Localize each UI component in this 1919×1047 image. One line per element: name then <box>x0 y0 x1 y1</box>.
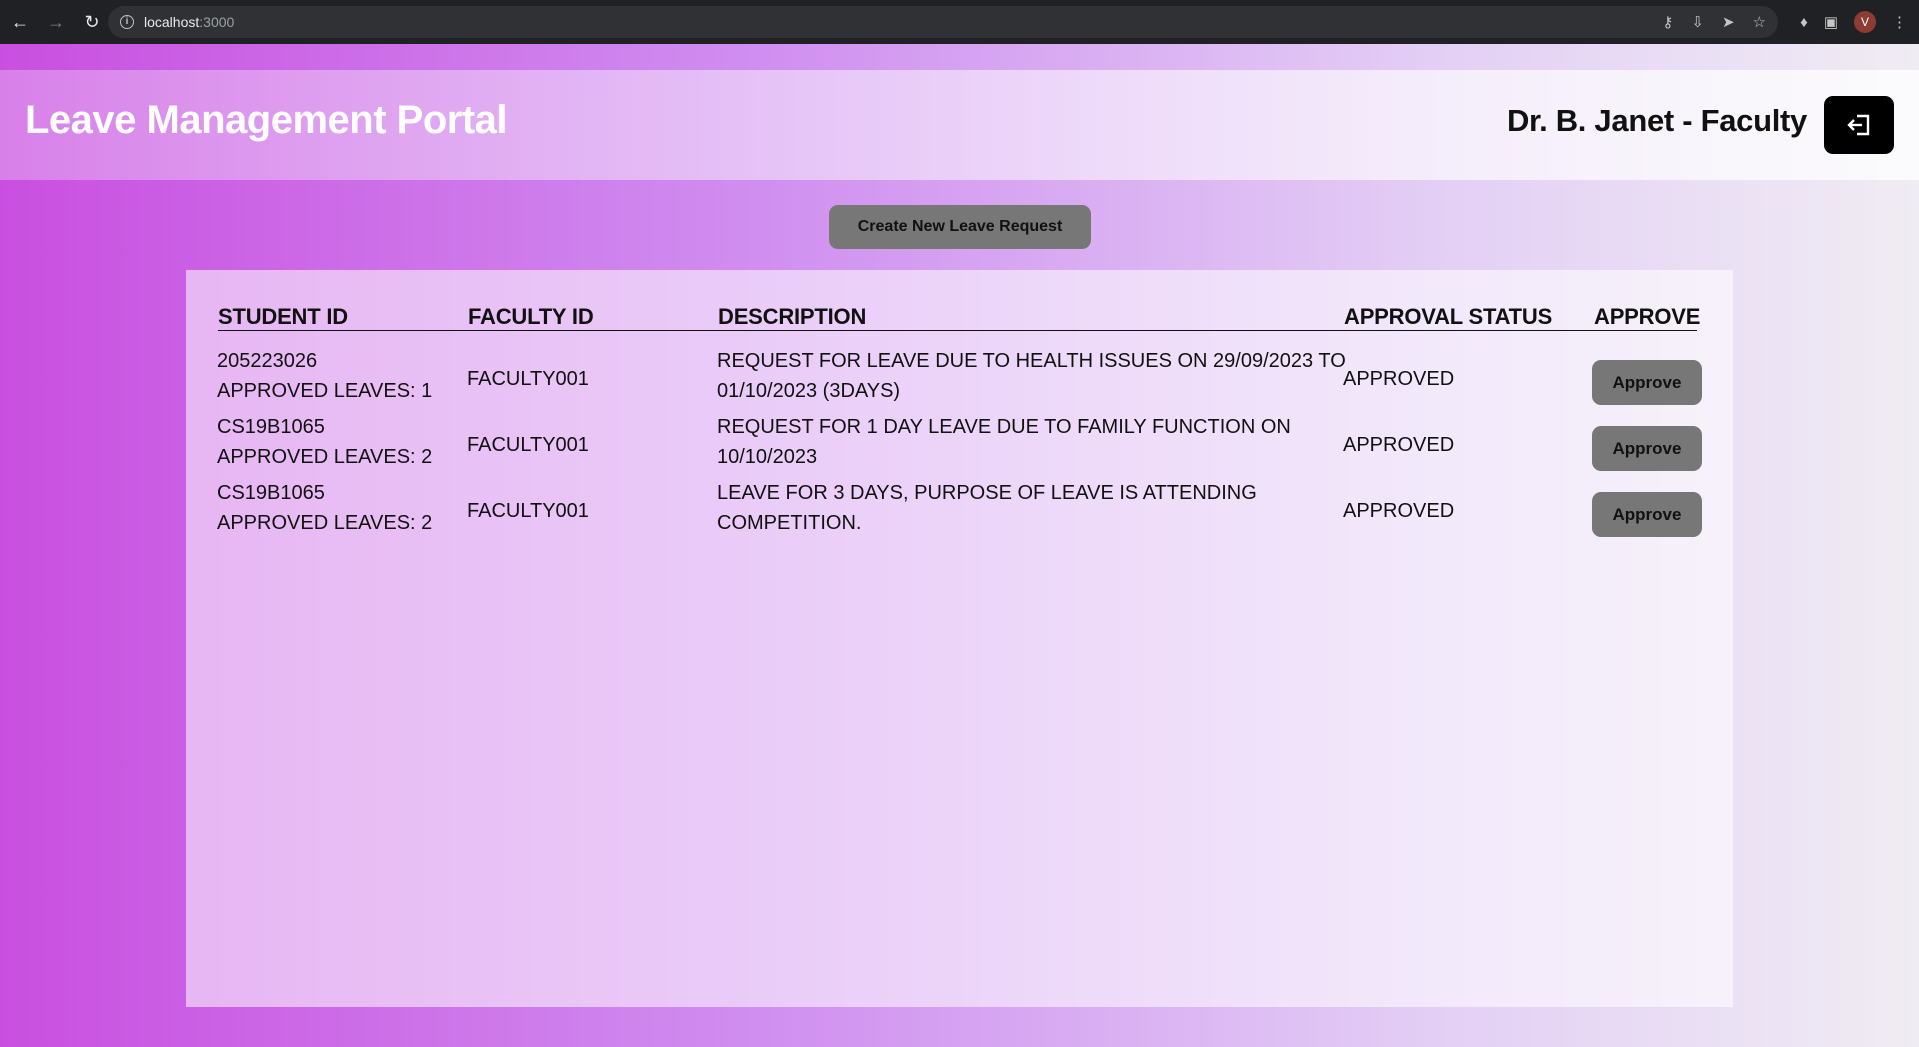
table-header: STUDENT ID FACULTY ID DESCRIPTION APPROV… <box>218 304 1701 331</box>
approved-leaves: APPROVED LEAVES: 2 <box>217 512 433 534</box>
table-row: 205223026 APPROVED LEAVES: 1 FACULTY001 … <box>186 346 1733 412</box>
forward-arrow-icon[interactable]: → <box>40 6 72 38</box>
approve-button[interactable]: Approve <box>1592 360 1702 405</box>
faculty-id: FACULTY001 <box>467 500 589 522</box>
url-host: localhost <box>144 14 200 30</box>
leave-requests-table: STUDENT ID FACULTY ID DESCRIPTION APPROV… <box>186 270 1733 1007</box>
description-line: LEAVE FOR 3 DAYS, PURPOSE OF LEAVE IS AT… <box>717 482 1257 504</box>
faculty-id: FACULTY001 <box>467 434 589 456</box>
approve-button[interactable]: Approve <box>1592 426 1702 471</box>
approve-button[interactable]: Approve <box>1592 492 1702 537</box>
menu-kebab-icon[interactable]: ⋮ <box>1892 13 1907 31</box>
description-line: 10/10/2023 <box>717 446 818 468</box>
column-header-approve: APPROVE <box>1594 304 1701 329</box>
student-id-cell: CS19B1065 APPROVED LEAVES: 2 <box>217 412 432 472</box>
logout-button[interactable] <box>1824 96 1894 154</box>
approval-status: APPROVED <box>1343 434 1455 456</box>
create-leave-request-button[interactable]: Create New Leave Request <box>829 205 1091 249</box>
table-row: CS19B1065 APPROVED LEAVES: 2 FACULTY001 … <box>186 412 1733 478</box>
reload-icon[interactable]: ↻ <box>76 6 108 38</box>
app-header: Leave Management Portal Dr. B. Janet - F… <box>0 70 1919 180</box>
share-icon[interactable]: ➤ <box>1722 13 1735 31</box>
faculty-id: FACULTY001 <box>467 368 589 390</box>
student-id-cell: 205223026 APPROVED LEAVES: 1 <box>217 346 432 406</box>
column-header-approval-status: APPROVAL STATUS <box>1344 304 1553 329</box>
site-info-icon[interactable]: i <box>120 15 134 29</box>
install-icon[interactable]: ⇩ <box>1691 13 1704 31</box>
key-icon[interactable]: ⚷ <box>1662 13 1673 31</box>
description-line: 01/10/2023 (3DAYS) <box>717 380 901 402</box>
user-name: Dr. B. Janet - Faculty <box>1506 103 1807 138</box>
student-id-cell: CS19B1065 APPROVED LEAVES: 2 <box>217 478 432 538</box>
student-id: CS19B1065 <box>217 416 325 438</box>
approval-status: APPROVED <box>1343 500 1455 522</box>
profile-avatar[interactable]: V <box>1854 11 1876 33</box>
logout-icon <box>1847 114 1870 136</box>
address-bar[interactable]: i localhost:3000 ⚷ ⇩ ➤ ☆ <box>108 6 1778 38</box>
extensions-icon[interactable]: ♦ <box>1800 14 1808 31</box>
url-port: :3000 <box>199 14 235 30</box>
column-header-faculty-id: FACULTY ID <box>468 304 594 329</box>
approval-status: APPROVED <box>1343 368 1455 390</box>
description-line: REQUEST FOR 1 DAY LEAVE DUE TO FAMILY FU… <box>717 416 1291 438</box>
student-id: CS19B1065 <box>217 482 325 504</box>
approved-leaves: APPROVED LEAVES: 2 <box>217 446 433 468</box>
column-header-student-id: STUDENT ID <box>218 304 349 329</box>
approved-leaves: APPROVED LEAVES: 1 <box>217 380 433 402</box>
side-panel-icon[interactable]: ▣ <box>1824 13 1838 31</box>
table-row: CS19B1065 APPROVED LEAVES: 2 FACULTY001 … <box>186 478 1733 544</box>
student-id: 205223026 <box>217 350 318 372</box>
column-header-description: DESCRIPTION <box>718 304 867 329</box>
description-cell: REQUEST FOR 1 DAY LEAVE DUE TO FAMILY FU… <box>717 412 1291 472</box>
description-cell: LEAVE FOR 3 DAYS, PURPOSE OF LEAVE IS AT… <box>717 478 1257 538</box>
back-arrow-icon[interactable]: ← <box>4 6 36 38</box>
description-cell: REQUEST FOR LEAVE DUE TO HEALTH ISSUES O… <box>717 346 1346 406</box>
bookmark-star-icon[interactable]: ☆ <box>1753 13 1766 31</box>
description-line: REQUEST FOR LEAVE DUE TO HEALTH ISSUES O… <box>717 350 1346 372</box>
browser-toolbar: ← → ↻ i localhost:3000 ⚷ ⇩ ➤ ☆ ♦ ▣ V ⋮ <box>0 0 1919 44</box>
page-background: Leave Management Portal Dr. B. Janet - F… <box>0 44 1919 1047</box>
description-line: COMPETITION. <box>717 512 862 534</box>
portal-title: Leave Management Portal <box>25 98 508 142</box>
